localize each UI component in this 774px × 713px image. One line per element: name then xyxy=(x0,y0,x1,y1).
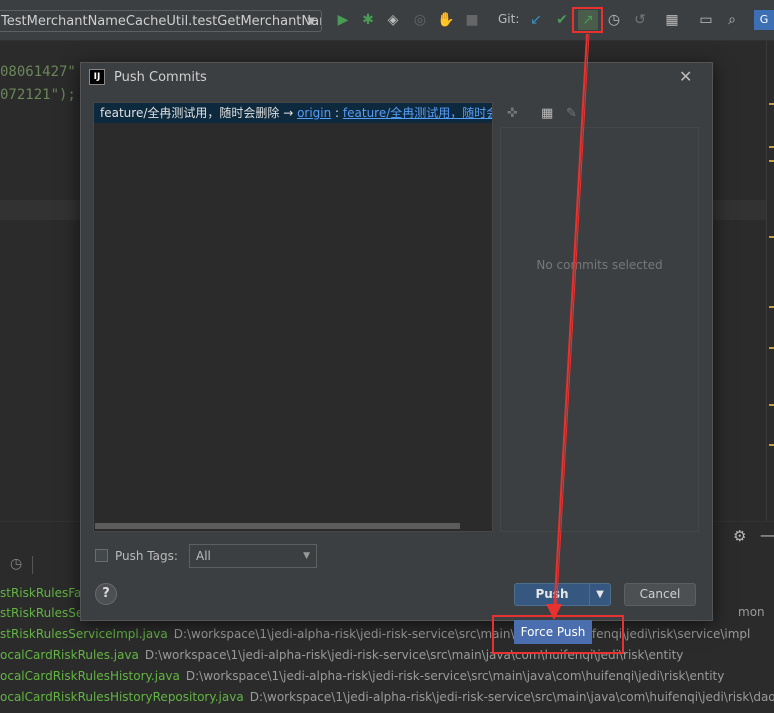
file-row[interactable]: stRiskRulesFa xyxy=(0,583,81,604)
project-structure-icon[interactable]: ▦ xyxy=(662,10,682,30)
file-name: ocalCardRiskRulesHistory.java xyxy=(0,669,180,683)
run-configuration-label: TestMerchantNameCacheUtil.testGetMerchan… xyxy=(1,14,322,29)
dialog-title: Push Commits xyxy=(114,70,207,85)
attach-icon[interactable]: ✋ xyxy=(436,10,456,30)
gutter-marker xyxy=(769,404,774,406)
file-name: stRiskRulesServiceImpl.java xyxy=(0,627,168,641)
file-path: D:\workspace\1\jedi-alpha-risk\jedi-risk… xyxy=(173,627,751,641)
code-line-2: 072121"); xyxy=(0,87,76,103)
profile-icon[interactable]: ◎ xyxy=(410,10,430,30)
terminal-icon[interactable]: ▭ xyxy=(696,10,716,30)
close-icon[interactable]: ✕ xyxy=(679,67,692,86)
edit-icon[interactable]: ✎ xyxy=(566,106,577,121)
push-tags-checkbox[interactable] xyxy=(95,549,108,562)
gutter-marker xyxy=(769,160,774,162)
tags-select[interactable]: All ▼ xyxy=(189,544,317,568)
coverage-icon[interactable]: ◈ xyxy=(383,10,403,30)
file-name: ocalCardRiskRulesHistoryRepository.java xyxy=(0,690,244,704)
run-configuration-select[interactable]: TestMerchantNameCacheUtil.testGetMerchan… xyxy=(0,10,322,32)
branch-arrow: → xyxy=(279,106,298,120)
file-row[interactable]: ocalCardRiskRulesHistory.java D:\workspac… xyxy=(0,666,724,687)
run-icon[interactable]: ▶ xyxy=(333,10,353,30)
push-icon-highlight xyxy=(572,7,603,33)
file-name: stRiskRulesFa xyxy=(0,586,82,600)
push-tags-label: Push Tags: xyxy=(115,549,178,563)
minimize-icon[interactable]: — xyxy=(760,526,774,544)
file-row[interactable]: stRiskRulesSe xyxy=(0,603,83,624)
debug-icon[interactable]: ✱ xyxy=(358,10,378,30)
local-branch: feature/全冉测试用，随时会删除 xyxy=(100,106,280,120)
gutter-marker xyxy=(769,444,774,446)
commit-details-pane xyxy=(500,127,699,532)
branch-row[interactable]: feature/全冉测试用，随时会删除 → origin : feature/全… xyxy=(94,103,492,123)
gutter-marker xyxy=(769,306,774,308)
horizontal-scrollbar[interactable] xyxy=(95,523,460,529)
path-fragment: mon xyxy=(738,605,765,619)
gutter-marker xyxy=(769,236,774,238)
translate-icon[interactable]: G xyxy=(754,10,774,30)
force-push-menu-item[interactable]: Force Push xyxy=(514,620,592,644)
divider xyxy=(32,556,33,574)
group-by-icon[interactable]: ▦ xyxy=(541,106,553,121)
help-button[interactable]: ? xyxy=(95,583,117,605)
code-line-1: 08061427" xyxy=(0,64,76,80)
history-icon[interactable]: ◷ xyxy=(604,10,624,30)
remote-branch-link[interactable]: feature/全冉测试用，随时会 xyxy=(343,106,492,120)
push-dropdown-button[interactable]: ▼ xyxy=(589,583,611,606)
branch-separator: : xyxy=(331,106,343,120)
gutter-marker xyxy=(769,103,774,105)
error-stripe xyxy=(766,41,774,521)
chevron-down-icon: ▼ xyxy=(307,16,315,27)
git-update-icon[interactable]: ↙ xyxy=(526,10,546,30)
remote-link[interactable]: origin xyxy=(297,106,331,120)
file-path: D:\workspace\1\jedi-alpha-risk\jedi-risk… xyxy=(249,690,774,704)
commits-tree[interactable] xyxy=(93,102,493,532)
chevron-down-icon: ▼ xyxy=(303,551,310,561)
file-row[interactable]: stRiskRulesServiceImpl.java D:\workspace\… xyxy=(0,624,750,645)
empty-state-text: No commits selected xyxy=(536,258,663,272)
git-commit-icon[interactable]: ✔ xyxy=(552,10,572,30)
file-name: stRiskRulesSe xyxy=(0,606,84,620)
file-row[interactable]: ocalCardRiskRulesHistoryRepository.java D… xyxy=(0,687,774,708)
pin-icon[interactable]: ✜ xyxy=(507,106,518,121)
push-button[interactable]: Push xyxy=(514,583,590,606)
file-path: D:\workspace\1\jedi-alpha-risk\jedi-risk… xyxy=(185,669,725,683)
gear-icon[interactable]: ⚙ xyxy=(733,527,746,545)
rollback-icon[interactable]: ↺ xyxy=(630,10,650,30)
search-icon[interactable]: ⌕ xyxy=(722,10,742,30)
stop-icon[interactable]: ■ xyxy=(462,10,482,30)
tags-select-value: All xyxy=(196,549,211,563)
git-label: Git: xyxy=(498,12,520,26)
file-name: ocalCardRiskRules.java xyxy=(0,648,139,662)
gutter-marker xyxy=(769,146,774,148)
cancel-button[interactable]: Cancel xyxy=(624,583,696,606)
gutter-marker xyxy=(769,347,774,349)
intellij-icon: IJ xyxy=(89,69,105,85)
history-icon[interactable]: ◷ xyxy=(10,556,22,572)
